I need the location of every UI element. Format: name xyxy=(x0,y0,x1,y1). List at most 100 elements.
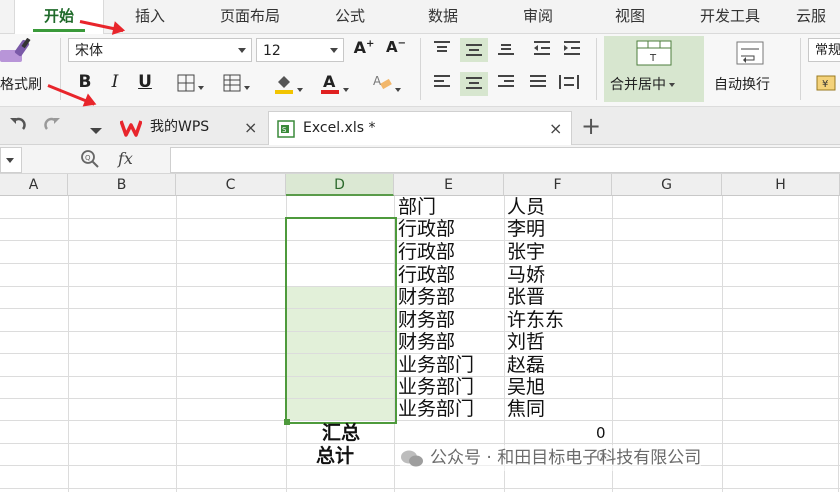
wrap-text-label: 自动换行 xyxy=(714,77,770,93)
underline-button[interactable]: U xyxy=(134,72,156,96)
document-tab-strip: 我的WPS × S Excel.xls * × + xyxy=(0,107,840,145)
formula-input[interactable] xyxy=(170,147,840,173)
column-header-d[interactable]: D xyxy=(286,174,394,196)
distributed-icon xyxy=(559,75,579,89)
cell-e5[interactable]: 财务部 xyxy=(398,286,455,308)
justify-button[interactable] xyxy=(526,74,550,94)
formula-bar: Q fx xyxy=(0,145,840,174)
number-format-value: 常规 xyxy=(815,43,840,58)
cell-f9[interactable]: 吴旭 xyxy=(507,376,545,398)
borders-button[interactable] xyxy=(170,74,210,94)
column-header-c[interactable]: C xyxy=(176,174,286,196)
column-header-g[interactable]: G xyxy=(612,174,722,196)
cell-f7[interactable]: 刘哲 xyxy=(507,331,545,353)
tab-cloud[interactable]: 云服 xyxy=(796,0,840,33)
cell-f5[interactable]: 张晋 xyxy=(507,286,545,308)
svg-text:A: A xyxy=(323,72,336,91)
spreadsheet-grid[interactable]: A B C D E F G H 部门 行政部 行政部 行政部 财务部 财务部 财… xyxy=(0,174,840,492)
align-left-button[interactable] xyxy=(430,74,454,94)
close-icon[interactable]: × xyxy=(244,111,257,144)
column-header-f[interactable]: F xyxy=(504,174,612,196)
tab-developer[interactable]: 开发工具 xyxy=(680,0,780,33)
tab-view[interactable]: 视图 xyxy=(590,0,670,33)
column-header-b[interactable]: B xyxy=(68,174,176,196)
increase-font-button[interactable]: A+ xyxy=(352,38,376,62)
decrease-font-button[interactable]: A− xyxy=(384,38,408,62)
quick-access-dropdown[interactable] xyxy=(88,121,104,134)
merge-center-label: 合并居中 xyxy=(610,77,666,93)
cell-f3[interactable]: 张宇 xyxy=(507,241,545,263)
cell-f4[interactable]: 马娇 xyxy=(507,264,545,286)
table-style-button[interactable] xyxy=(216,74,256,94)
svg-text:S: S xyxy=(282,126,287,134)
column-header-h[interactable]: H xyxy=(722,174,840,196)
cell-e10[interactable]: 业务部门 xyxy=(398,398,474,420)
merge-center-button[interactable]: T 合并居中 xyxy=(604,36,704,102)
font-color-button[interactable]: A xyxy=(314,72,354,96)
tab-excel-file[interactable]: S Excel.xls * × xyxy=(268,111,572,145)
font-name-select[interactable]: 宋体 xyxy=(68,38,252,62)
redo-icon xyxy=(44,117,60,130)
align-left-icon xyxy=(434,75,450,87)
undo-button[interactable] xyxy=(6,115,30,137)
cell-e4[interactable]: 行政部 xyxy=(398,264,455,286)
tab-home[interactable]: 开始 xyxy=(14,0,104,34)
cell-e6[interactable]: 财务部 xyxy=(398,309,455,331)
column-header-e[interactable]: E xyxy=(394,174,504,196)
cell-e9[interactable]: 业务部门 xyxy=(398,376,474,398)
brush-icon xyxy=(0,38,31,62)
number-format-select[interactable]: 常规 xyxy=(808,38,840,62)
italic-button[interactable]: I xyxy=(104,72,126,96)
align-middle-button[interactable] xyxy=(460,38,488,62)
tab-formulas[interactable]: 公式 xyxy=(310,0,390,33)
cell-e7[interactable]: 财务部 xyxy=(398,331,455,353)
clear-format-button[interactable]: A xyxy=(366,72,406,96)
cell-f10[interactable]: 焦同 xyxy=(507,398,545,420)
new-tab-button[interactable]: + xyxy=(580,111,602,144)
align-bottom-icon xyxy=(498,44,514,55)
zoom-lookup-button[interactable]: Q xyxy=(80,149,102,169)
cell-f2[interactable]: 李明 xyxy=(507,218,545,240)
cell-e2[interactable]: 行政部 xyxy=(398,218,455,240)
insert-function-button[interactable]: fx xyxy=(118,147,146,171)
tab-page-layout[interactable]: 页面布局 xyxy=(200,0,300,33)
wrap-text-button[interactable]: 自动换行 xyxy=(710,36,790,102)
cell-d11-summary[interactable]: 汇总 xyxy=(322,422,360,444)
cell-f11-value[interactable]: 0 xyxy=(596,424,606,442)
cell-f6[interactable]: 许东东 xyxy=(507,309,564,331)
bold-button[interactable]: B xyxy=(74,72,96,96)
tab-my-wps[interactable]: 我的WPS × xyxy=(114,111,264,144)
wechat-icon xyxy=(401,450,423,467)
distributed-button[interactable] xyxy=(556,74,582,94)
align-center-button[interactable] xyxy=(460,72,488,96)
cell-e1[interactable]: 部门 xyxy=(398,196,436,218)
currency-button[interactable]: ¥ xyxy=(812,72,840,96)
redo-button[interactable] xyxy=(40,115,64,137)
borders-icon xyxy=(177,74,194,92)
spreadsheet-icon: S xyxy=(277,120,295,138)
align-bottom-button[interactable] xyxy=(494,40,518,60)
align-right-button[interactable] xyxy=(494,74,518,94)
align-right-icon xyxy=(498,75,514,87)
fill-handle[interactable] xyxy=(284,419,290,425)
tab-review[interactable]: 审阅 xyxy=(498,0,578,33)
justify-icon xyxy=(530,75,546,87)
outdent-icon xyxy=(534,41,550,55)
cell-e3[interactable]: 行政部 xyxy=(398,241,455,263)
decrease-indent-button[interactable] xyxy=(530,40,554,60)
name-box[interactable] xyxy=(0,147,22,173)
cell-d12-total[interactable]: 总计 xyxy=(316,445,354,467)
cell-f8[interactable]: 赵磊 xyxy=(507,354,545,376)
fill-color-button[interactable] xyxy=(268,72,308,96)
close-icon[interactable]: × xyxy=(549,112,562,145)
increase-indent-button[interactable] xyxy=(560,40,584,60)
font-size-select[interactable]: 12 xyxy=(256,38,344,62)
align-top-button[interactable] xyxy=(430,40,454,60)
format-painter-button[interactable]: 格式刷 xyxy=(0,36,48,102)
column-header-a[interactable]: A xyxy=(0,174,68,196)
tab-data[interactable]: 数据 xyxy=(403,0,483,33)
watermark-text: 公众号 · 和田目标电子科技有限公司 xyxy=(430,448,702,468)
cell-e8[interactable]: 业务部门 xyxy=(398,354,474,376)
cell-f1[interactable]: 人员 xyxy=(507,196,545,218)
paint-bucket-icon xyxy=(274,76,293,94)
